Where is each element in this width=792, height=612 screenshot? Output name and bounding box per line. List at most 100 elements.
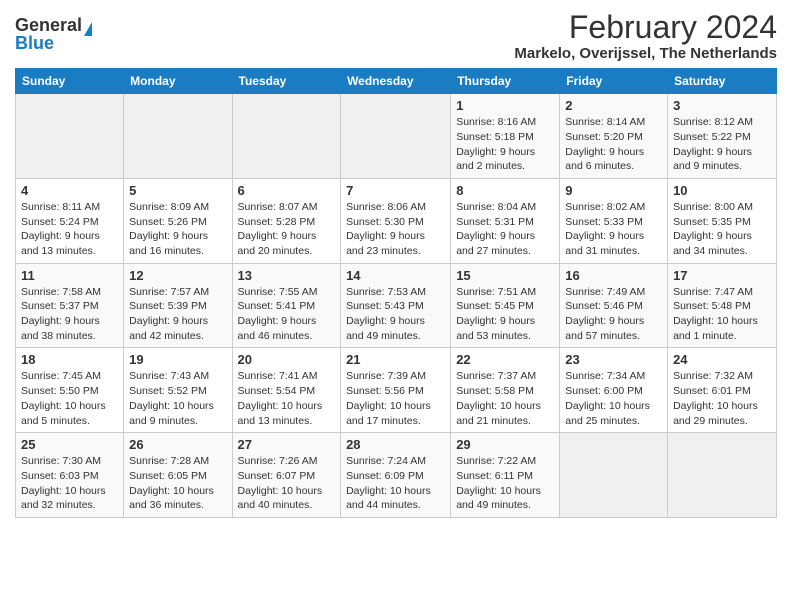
header-cell-tuesday: Tuesday [232, 69, 341, 94]
day-number: 9 [565, 183, 662, 198]
calendar-cell: 25 Sunrise: 7:30 AM Sunset: 6:03 PM Dayli… [16, 433, 124, 518]
day-info: Sunrise: 7:41 AM Sunset: 5:54 PM Dayligh… [238, 369, 336, 428]
day-info: Sunrise: 8:12 AM Sunset: 5:22 PM Dayligh… [673, 115, 771, 174]
day-info: Sunrise: 7:24 AM Sunset: 6:09 PM Dayligh… [346, 454, 445, 513]
calendar-cell [124, 94, 232, 179]
header-cell-saturday: Saturday [668, 69, 777, 94]
calendar-cell: 21 Sunrise: 7:39 AM Sunset: 5:56 PM Dayli… [341, 348, 451, 433]
day-number: 8 [456, 183, 554, 198]
calendar-table: SundayMondayTuesdayWednesdayThursdayFrid… [15, 68, 777, 518]
day-number: 17 [673, 268, 771, 283]
calendar-cell: 10 Sunrise: 8:00 AM Sunset: 5:35 PM Dayli… [668, 178, 777, 263]
calendar-cell: 9 Sunrise: 8:02 AM Sunset: 5:33 PM Daylig… [560, 178, 668, 263]
day-number: 29 [456, 437, 554, 452]
calendar-cell [16, 94, 124, 179]
calendar-cell [668, 433, 777, 518]
header-row: SundayMondayTuesdayWednesdayThursdayFrid… [16, 69, 777, 94]
calendar-cell [232, 94, 341, 179]
week-row-0: 1Sunrise: 8:16 AM Sunset: 5:18 PM Daylig… [16, 94, 777, 179]
calendar-cell: 26 Sunrise: 7:28 AM Sunset: 6:05 PM Dayli… [124, 433, 232, 518]
day-number: 23 [565, 352, 662, 367]
day-info: Sunrise: 8:09 AM Sunset: 5:26 PM Dayligh… [129, 200, 226, 259]
week-row-4: 25 Sunrise: 7:30 AM Sunset: 6:03 PM Dayli… [16, 433, 777, 518]
day-info: Sunrise: 8:00 AM Sunset: 5:35 PM Dayligh… [673, 200, 771, 259]
day-info: Sunrise: 7:53 AM Sunset: 5:43 PM Dayligh… [346, 285, 445, 344]
day-number: 7 [346, 183, 445, 198]
day-number: 25 [21, 437, 118, 452]
logo-general-text: General [15, 16, 82, 34]
logo-icon [84, 22, 92, 36]
day-number: 4 [21, 183, 118, 198]
calendar-cell: 13Sunrise: 7:55 AM Sunset: 5:41 PM Dayli… [232, 263, 341, 348]
calendar-cell: 4Sunrise: 8:11 AM Sunset: 5:24 PM Daylig… [16, 178, 124, 263]
calendar-body: 1Sunrise: 8:16 AM Sunset: 5:18 PM Daylig… [16, 94, 777, 518]
header-cell-sunday: Sunday [16, 69, 124, 94]
day-number: 15 [456, 268, 554, 283]
calendar-cell: 15Sunrise: 7:51 AM Sunset: 5:45 PM Dayli… [451, 263, 560, 348]
calendar-cell: 7 Sunrise: 8:06 AM Sunset: 5:30 PM Daylig… [341, 178, 451, 263]
header-cell-thursday: Thursday [451, 69, 560, 94]
day-info: Sunrise: 7:26 AM Sunset: 6:07 PM Dayligh… [238, 454, 336, 513]
calendar-cell: 27 Sunrise: 7:26 AM Sunset: 6:07 PM Dayli… [232, 433, 341, 518]
day-info: Sunrise: 8:14 AM Sunset: 5:20 PM Dayligh… [565, 115, 662, 174]
day-number: 10 [673, 183, 771, 198]
week-row-2: 11Sunrise: 7:58 AM Sunset: 5:37 PM Dayli… [16, 263, 777, 348]
day-number: 28 [346, 437, 445, 452]
calendar-cell: 22 Sunrise: 7:37 AM Sunset: 5:58 PM Dayli… [451, 348, 560, 433]
day-number: 26 [129, 437, 226, 452]
calendar-cell: 17Sunrise: 7:47 AM Sunset: 5:48 PM Dayli… [668, 263, 777, 348]
calendar-cell: 16Sunrise: 7:49 AM Sunset: 5:46 PM Dayli… [560, 263, 668, 348]
calendar-cell: 11Sunrise: 7:58 AM Sunset: 5:37 PM Dayli… [16, 263, 124, 348]
calendar-cell: 23Sunrise: 7:34 AM Sunset: 6:00 PM Dayli… [560, 348, 668, 433]
calendar-cell [560, 433, 668, 518]
day-number: 19 [129, 352, 226, 367]
day-number: 22 [456, 352, 554, 367]
day-number: 6 [238, 183, 336, 198]
header: General Blue February 2024 Markelo, Over… [15, 10, 777, 62]
header-cell-friday: Friday [560, 69, 668, 94]
day-number: 18 [21, 352, 118, 367]
calendar-cell: 28 Sunrise: 7:24 AM Sunset: 6:09 PM Dayli… [341, 433, 451, 518]
day-info: Sunrise: 8:02 AM Sunset: 5:33 PM Dayligh… [565, 200, 662, 259]
week-row-3: 18Sunrise: 7:45 AM Sunset: 5:50 PM Dayli… [16, 348, 777, 433]
day-info: Sunrise: 7:55 AM Sunset: 5:41 PM Dayligh… [238, 285, 336, 344]
day-info: Sunrise: 7:28 AM Sunset: 6:05 PM Dayligh… [129, 454, 226, 513]
calendar-cell: 8 Sunrise: 8:04 AM Sunset: 5:31 PM Daylig… [451, 178, 560, 263]
day-info: Sunrise: 8:07 AM Sunset: 5:28 PM Dayligh… [238, 200, 336, 259]
day-number: 21 [346, 352, 445, 367]
day-info: Sunrise: 8:04 AM Sunset: 5:31 PM Dayligh… [456, 200, 554, 259]
day-number: 2 [565, 98, 662, 113]
day-info: Sunrise: 7:58 AM Sunset: 5:37 PM Dayligh… [21, 285, 118, 344]
calendar-cell: 20 Sunrise: 7:41 AM Sunset: 5:54 PM Dayli… [232, 348, 341, 433]
day-number: 27 [238, 437, 336, 452]
calendar-cell: 29 Sunrise: 7:22 AM Sunset: 6:11 PM Dayli… [451, 433, 560, 518]
calendar-cell: 24Sunrise: 7:32 AM Sunset: 6:01 PM Dayli… [668, 348, 777, 433]
calendar-cell: 3 Sunrise: 8:12 AM Sunset: 5:22 PM Daylig… [668, 94, 777, 179]
subtitle: Markelo, Overijssel, The Netherlands [514, 45, 777, 62]
calendar-cell: 1Sunrise: 8:16 AM Sunset: 5:18 PM Daylig… [451, 94, 560, 179]
day-number: 20 [238, 352, 336, 367]
day-info: Sunrise: 7:43 AM Sunset: 5:52 PM Dayligh… [129, 369, 226, 428]
day-info: Sunrise: 7:22 AM Sunset: 6:11 PM Dayligh… [456, 454, 554, 513]
day-info: Sunrise: 7:39 AM Sunset: 5:56 PM Dayligh… [346, 369, 445, 428]
logo-blue-text: Blue [15, 34, 54, 52]
title-section: February 2024 Markelo, Overijssel, The N… [514, 10, 777, 62]
day-info: Sunrise: 7:30 AM Sunset: 6:03 PM Dayligh… [21, 454, 118, 513]
calendar-cell: 2 Sunrise: 8:14 AM Sunset: 5:20 PM Daylig… [560, 94, 668, 179]
day-info: Sunrise: 8:16 AM Sunset: 5:18 PM Dayligh… [456, 115, 554, 174]
day-number: 3 [673, 98, 771, 113]
logo: General Blue [15, 16, 92, 52]
day-number: 24 [673, 352, 771, 367]
calendar-cell: 18Sunrise: 7:45 AM Sunset: 5:50 PM Dayli… [16, 348, 124, 433]
header-cell-wednesday: Wednesday [341, 69, 451, 94]
day-number: 14 [346, 268, 445, 283]
calendar-cell: 5 Sunrise: 8:09 AM Sunset: 5:26 PM Daylig… [124, 178, 232, 263]
calendar-cell [341, 94, 451, 179]
day-number: 5 [129, 183, 226, 198]
day-info: Sunrise: 7:49 AM Sunset: 5:46 PM Dayligh… [565, 285, 662, 344]
day-info: Sunrise: 7:37 AM Sunset: 5:58 PM Dayligh… [456, 369, 554, 428]
calendar-cell: 6 Sunrise: 8:07 AM Sunset: 5:28 PM Daylig… [232, 178, 341, 263]
day-info: Sunrise: 8:06 AM Sunset: 5:30 PM Dayligh… [346, 200, 445, 259]
main-title: February 2024 [514, 10, 777, 45]
day-number: 12 [129, 268, 226, 283]
